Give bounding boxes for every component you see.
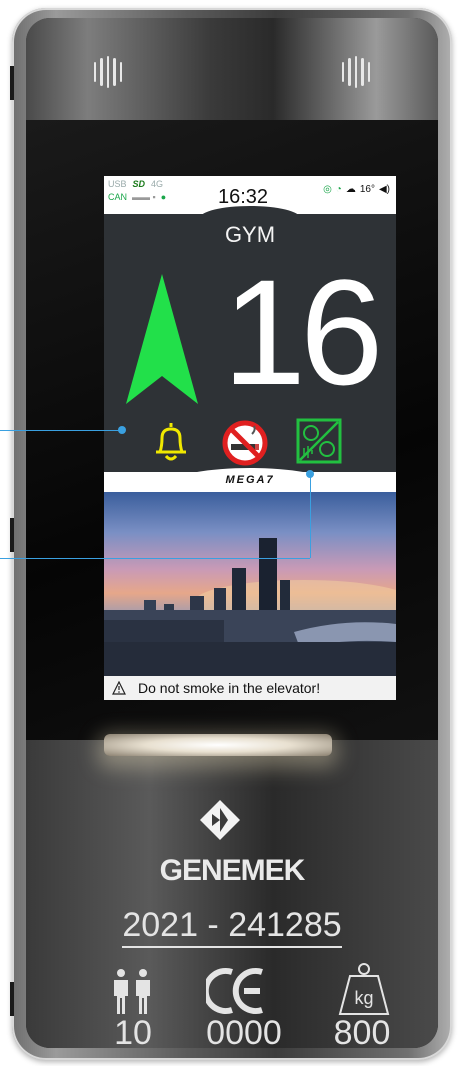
top-speaker-plate (26, 18, 438, 120)
kg-unit: kg (354, 988, 373, 1008)
callout-line-voice-vertical (310, 474, 311, 558)
warning-icon (112, 681, 126, 695)
left-mount-tab (10, 982, 14, 1016)
callout-dot-voice (306, 470, 314, 478)
signal-icon: ▬▬ ▪ (132, 192, 156, 202)
voice-communication-icon (296, 418, 342, 464)
callout-dot-alarm (118, 426, 126, 434)
brand-name: GENEMEK (159, 854, 306, 887)
elevator-panel: USB SD 4G CAN ▬▬ ▪ ● 16:32 ◎ ◔ ☁ 16° ◀) … (12, 8, 452, 1060)
callout-line-alarm (0, 430, 122, 431)
message-text: Do not smoke in the elevator! (138, 680, 321, 696)
no-smoking-icon (222, 420, 268, 466)
registration-number: 2021 - 241285 (26, 906, 438, 948)
callout-line-voice (0, 558, 310, 559)
leaf-icon: ● (160, 192, 167, 202)
network-label: 4G (151, 179, 164, 189)
usb-label: USB (108, 179, 127, 189)
panel-face: USB SD 4G CAN ▬▬ ▪ ● 16:32 ◎ ◔ ☁ 16° ◀) … (26, 18, 438, 1048)
status-icons-row (104, 416, 396, 466)
volume-icon: ◀) (378, 184, 390, 195)
skyline-graphic (104, 538, 396, 676)
left-mount-tab (10, 66, 14, 100)
persons-icon (114, 969, 150, 1014)
bell-icon (156, 423, 186, 461)
ce-mark-icon (206, 968, 263, 1014)
can-label: CAN (108, 192, 128, 202)
capacity-value: 800 (333, 1014, 391, 1048)
message-bar: Do not smoke in the elevator! (104, 676, 396, 700)
direction-up-arrow-icon (126, 274, 198, 404)
wifi-icon: ◔ (335, 184, 342, 195)
brand-logo: MEGA7 (225, 474, 275, 486)
globe-icon: ◎ (323, 184, 332, 195)
left-speaker-icon (93, 56, 123, 88)
floor-number: 16 (222, 248, 384, 416)
weight-kg-icon: kg (338, 963, 390, 1015)
persons-count: 10 (114, 1014, 152, 1048)
left-mount-tab (10, 518, 14, 552)
right-speaker-icon (341, 56, 371, 88)
bottom-plate: GENEMEK 2021 - 241285 kg 10 0000 800 (26, 740, 438, 1048)
brand-diamond-logo-icon (200, 800, 240, 840)
light-strip (104, 734, 332, 756)
weather-icon: ☁ (345, 184, 356, 195)
temperature: 16° (359, 184, 375, 195)
city-skyline-image (104, 492, 396, 676)
lcd-screen: USB SD 4G CAN ▬▬ ▪ ● 16:32 ◎ ◔ ☁ 16° ◀) … (104, 176, 396, 700)
ce-number: 0000 (206, 1014, 282, 1048)
sd-card-icon: SD (132, 179, 146, 189)
